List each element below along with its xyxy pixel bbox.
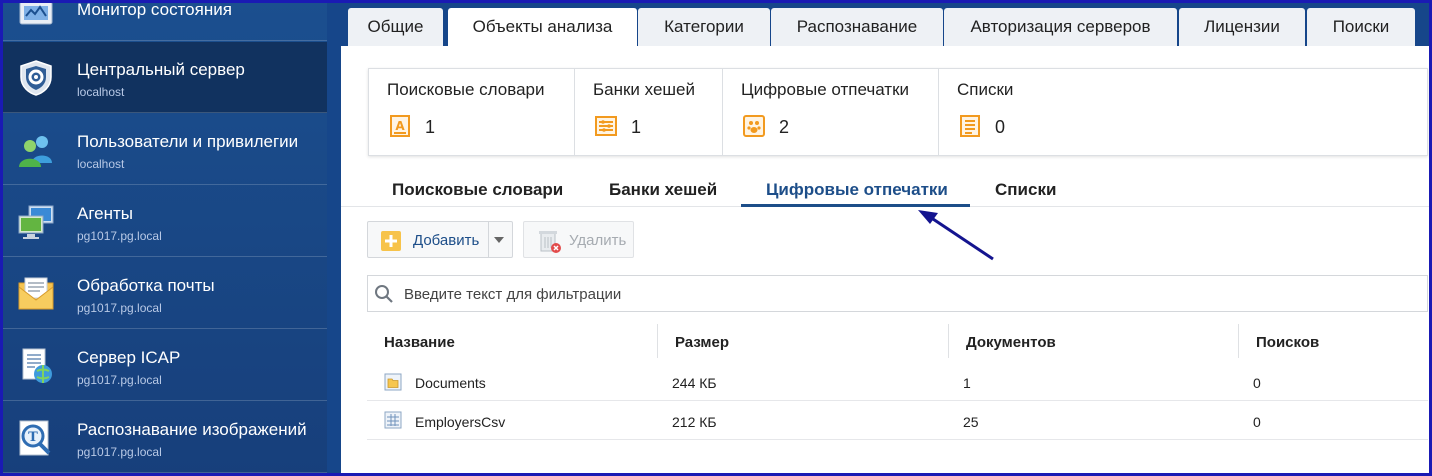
column-header-size[interactable]: Размер: [675, 334, 729, 351]
summary-card-lists[interactable]: Списки 0: [939, 69, 1139, 155]
summary-card-dictionaries[interactable]: Поисковые словари A 1: [369, 69, 575, 155]
summary-card-label: Банки хешей: [593, 80, 696, 99]
sidebar-item-host: localhost: [77, 85, 125, 99]
add-button-split: [488, 222, 489, 257]
summary-card-hash-banks[interactable]: Банки хешей 1: [575, 69, 723, 155]
tab-general[interactable]: Общие: [348, 8, 443, 46]
table-fingerprint-icon: [384, 411, 402, 429]
sidebar-item-label: Пользователи и привилегии: [77, 132, 299, 151]
row-size: 212 КБ: [672, 414, 717, 430]
sidebar-item-mail[interactable]: Обработка почты pg1017.pg.local: [3, 258, 327, 329]
summary-card-count: 1: [425, 117, 436, 137]
sidebar-item-label: Распознавание изображений: [77, 420, 307, 439]
search-icon: [375, 285, 393, 303]
sidebar-item-host: localhost: [77, 157, 125, 171]
table-row[interactable]: Documents 244 КБ 1 0: [367, 363, 1428, 401]
summary-card-label: Цифровые отпечатки: [741, 80, 910, 99]
add-button-label: Добавить: [413, 232, 480, 249]
tab-searches[interactable]: Поиски: [1307, 8, 1415, 46]
sidebar-item-monitor[interactable]: Монитор состояния: [3, 0, 327, 41]
chevron-down-icon[interactable]: [494, 237, 504, 243]
row-documents: 25: [963, 414, 979, 430]
summary-card-fingerprints[interactable]: Цифровые отпечатки 2: [723, 69, 939, 155]
top-tabbar: Общие Объекты анализа Категории Распозна…: [341, 0, 1429, 46]
column-separator[interactable]: [1238, 324, 1239, 358]
folder-fingerprint-icon: [384, 373, 402, 391]
column-separator[interactable]: [657, 324, 658, 358]
row-documents: 1: [963, 375, 971, 391]
sidebar-item-label: Монитор состояния: [77, 0, 232, 19]
summary-card-count: 1: [631, 117, 642, 137]
summary-panel: Поисковые словари A 1 Банки хешей 1 Цифр…: [368, 68, 1428, 156]
subtab-lists[interactable]: Списки: [995, 180, 1056, 200]
sidebar-item-label: Сервер ICAP: [77, 348, 181, 367]
subtab-fingerprints[interactable]: Цифровые отпечатки: [766, 180, 948, 200]
row-searches: 0: [1253, 414, 1261, 430]
dictionary-icon: A: [390, 115, 410, 137]
image-recognition-icon: T: [19, 420, 51, 456]
sidebar-item-icap[interactable]: Сервер ICAP pg1017.pg.local: [3, 330, 327, 401]
sidebar-item-label: Центральный сервер: [77, 60, 245, 79]
add-button[interactable]: Добавить: [367, 221, 513, 258]
tab-categories[interactable]: Категории: [638, 8, 770, 46]
sidebar-splitter: [327, 0, 341, 476]
subtab-dictionaries[interactable]: Поисковые словари: [392, 180, 563, 200]
sidebar-item-image-recognition[interactable]: T Распознавание изображений pg1017.pg.lo…: [3, 402, 327, 473]
summary-card-label: Поисковые словари: [387, 80, 545, 99]
summary-card-label: Списки: [957, 80, 1014, 99]
mail-envelope-icon: [18, 277, 54, 310]
summary-card-count: 0: [995, 117, 1006, 137]
shield-server-icon: [20, 60, 52, 96]
summary-card-count: 2: [779, 117, 790, 137]
sidebar-item-label: Агенты: [77, 204, 134, 223]
list-icon: [960, 115, 980, 137]
trash-delete-icon: [539, 231, 561, 253]
sidebar-item-label: Обработка почты: [77, 276, 215, 295]
agents-computers-icon: [18, 205, 54, 239]
sidebar: Монитор состояния Центральный сервер loc…: [3, 0, 327, 476]
row-name: Documents: [415, 375, 486, 391]
delete-button[interactable]: Удалить: [523, 221, 634, 258]
plus-icon: [381, 231, 401, 251]
svg-text:T: T: [28, 430, 38, 445]
svg-text:A: A: [395, 119, 405, 133]
subtab-active-indicator: [741, 204, 970, 207]
sidebar-item-users[interactable]: Пользователи и привилегии localhost: [3, 114, 327, 185]
tab-recognition[interactable]: Распознавание: [771, 8, 943, 46]
column-header-searches[interactable]: Поисков: [1256, 334, 1319, 351]
table-row[interactable]: EmployersCsv 212 КБ 25 0: [367, 402, 1428, 440]
row-name: EmployersCsv: [415, 414, 506, 430]
sidebar-item-central-server[interactable]: Центральный сервер localhost: [3, 42, 327, 113]
users-icon: [19, 136, 52, 167]
fingerprint-icon: [743, 115, 765, 137]
sidebar-item-host: pg1017.pg.local: [77, 373, 162, 387]
tab-analysis-objects[interactable]: Объекты анализа: [448, 8, 637, 46]
row-searches: 0: [1253, 375, 1261, 391]
sidebar-item-agents[interactable]: Агенты pg1017.pg.local: [3, 186, 327, 257]
sidebar-item-host: pg1017.pg.local: [77, 445, 162, 459]
tab-server-authorization[interactable]: Авторизация серверов: [944, 8, 1177, 46]
icap-globe-icon: [22, 348, 52, 383]
filter-input[interactable]: [404, 282, 1304, 306]
row-size: 244 КБ: [672, 375, 717, 391]
monitor-status-icon: [19, 1, 53, 25]
hash-bank-icon: [595, 116, 617, 136]
subtab-hash-banks[interactable]: Банки хешей: [609, 180, 717, 200]
filter-field[interactable]: [367, 275, 1428, 312]
column-separator[interactable]: [948, 324, 949, 358]
column-header-name[interactable]: Название: [384, 334, 455, 351]
sidebar-item-host: pg1017.pg.local: [77, 301, 162, 315]
column-header-documents[interactable]: Документов: [966, 334, 1056, 351]
sidebar-item-host: pg1017.pg.local: [77, 229, 162, 243]
tab-licenses[interactable]: Лицензии: [1179, 8, 1305, 46]
delete-button-label: Удалить: [569, 232, 627, 249]
